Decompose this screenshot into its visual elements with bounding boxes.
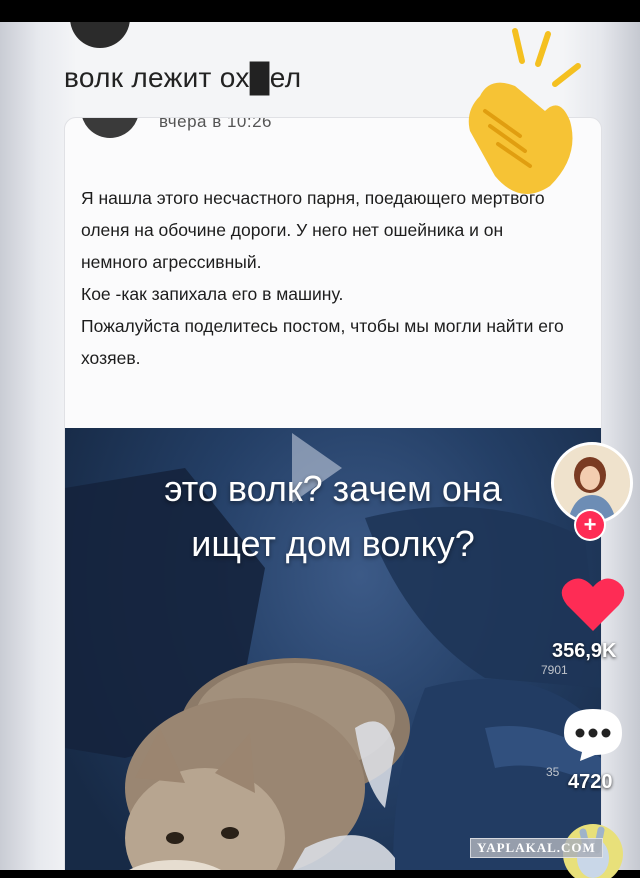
watermark: YAPLAKAL.COM — [470, 838, 603, 858]
video-overlay-line1: это волк? зачем она — [164, 468, 502, 509]
clapping-hands-icon — [468, 28, 581, 194]
post-caption: волк лежит ох█ел — [64, 62, 302, 93]
screenshot-frame: волк лежит ох█ел вчера в 10:26 Я нашла э… — [0, 22, 640, 870]
embedded-post-time: вчера в 10:26 — [159, 117, 273, 131]
comment-count: 4720 — [568, 771, 613, 793]
heart-icon[interactable] — [560, 575, 626, 635]
embedded-post-avatar — [81, 118, 139, 138]
comment-count-ghost: 35 — [546, 765, 560, 779]
post-paragraph: Пожалуйста поделитесь постом, чтобы мы м… — [81, 316, 564, 368]
video-player[interactable]: это волк? зачем она ищет дом волку? — [65, 428, 601, 870]
avatar-image — [554, 445, 630, 521]
embedded-post-card[interactable]: вчера в 10:26 Я нашла этого несчастного … — [64, 117, 602, 870]
video-overlay-line2: ищет дом волку? — [191, 523, 475, 564]
like-count-ghost: 7901 — [541, 663, 568, 677]
post-paragraph: Кое -как запихала его в машину. — [81, 284, 344, 304]
author-avatar[interactable] — [70, 22, 130, 48]
follow-button[interactable]: + — [576, 511, 604, 539]
like-count: 356,9K — [552, 640, 617, 662]
comment-icon[interactable] — [560, 705, 626, 763]
embedded-post-text: Я нашла этого несчастного парня, поедающ… — [81, 182, 571, 374]
